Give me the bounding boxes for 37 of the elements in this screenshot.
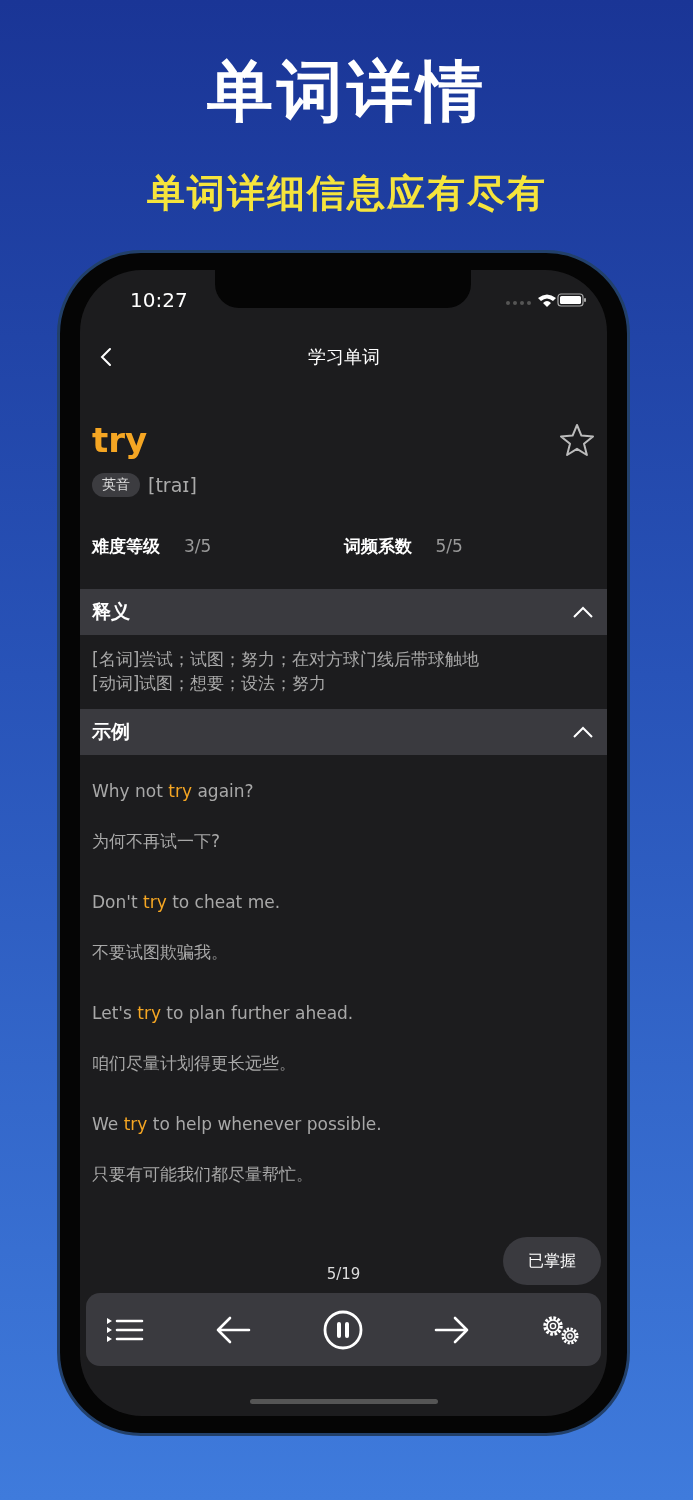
example-translation: 只要有可能我们都尽量帮忙。 [92, 1163, 314, 1186]
nav-title: 学习单词 [307, 344, 380, 369]
pause-icon[interactable] [322, 1309, 363, 1350]
stat-value: 5/5 [435, 536, 463, 556]
chevron-icon [573, 726, 593, 738]
arrow-left-icon[interactable] [215, 1314, 252, 1345]
phonetic: [traɪ] [148, 474, 197, 496]
stat-value: 3/5 [184, 536, 212, 556]
example-sentence: Let's try to plan further ahead. [92, 1002, 355, 1025]
headline: 单词详情 [206, 52, 487, 132]
section-header[interactable]: 释义 [80, 589, 607, 635]
example-translation: 咱们尽量计划得更长远些。 [92, 1052, 297, 1075]
signal-wifi-battery-icon [505, 292, 587, 308]
status-time: 10:27 [130, 288, 188, 312]
definition-text: [动词]试图；想要；设法；努力 [92, 672, 328, 695]
word-title: try [92, 419, 148, 461]
subheadline: 单词详细信息应有尽有 [146, 170, 547, 217]
chevron-icon [573, 606, 593, 618]
back-button[interactable] [98, 345, 114, 369]
example-sentence: We try to help whenever possible. [92, 1113, 383, 1136]
stat-label: 词频系数 [343, 534, 412, 558]
section-title: 示例 [92, 719, 130, 744]
example-translation: 不要试图欺骗我。 [92, 941, 229, 964]
example-sentence: Why not try again? [92, 780, 255, 803]
progress-count: 5/19 [326, 1264, 361, 1284]
mastered-button[interactable]: 已掌握 [503, 1237, 601, 1285]
arrow-right-icon[interactable] [433, 1314, 470, 1345]
example-translation: 为何不再试一下? [92, 830, 222, 853]
stat-label: 难度等级 [92, 534, 160, 558]
settings-icon[interactable] [541, 1313, 581, 1346]
accent-button[interactable]: 英音 [92, 473, 140, 497]
definition-text: [名词]尝试；试图；努力；在对方球门线后带球触地 [92, 648, 481, 671]
list-icon[interactable] [106, 1315, 144, 1344]
section-title: 释义 [92, 599, 130, 624]
section-header[interactable]: 示例 [80, 709, 607, 755]
example-sentence: Don't try to cheat me. [92, 891, 282, 914]
favorite-star-icon[interactable] [559, 423, 595, 457]
